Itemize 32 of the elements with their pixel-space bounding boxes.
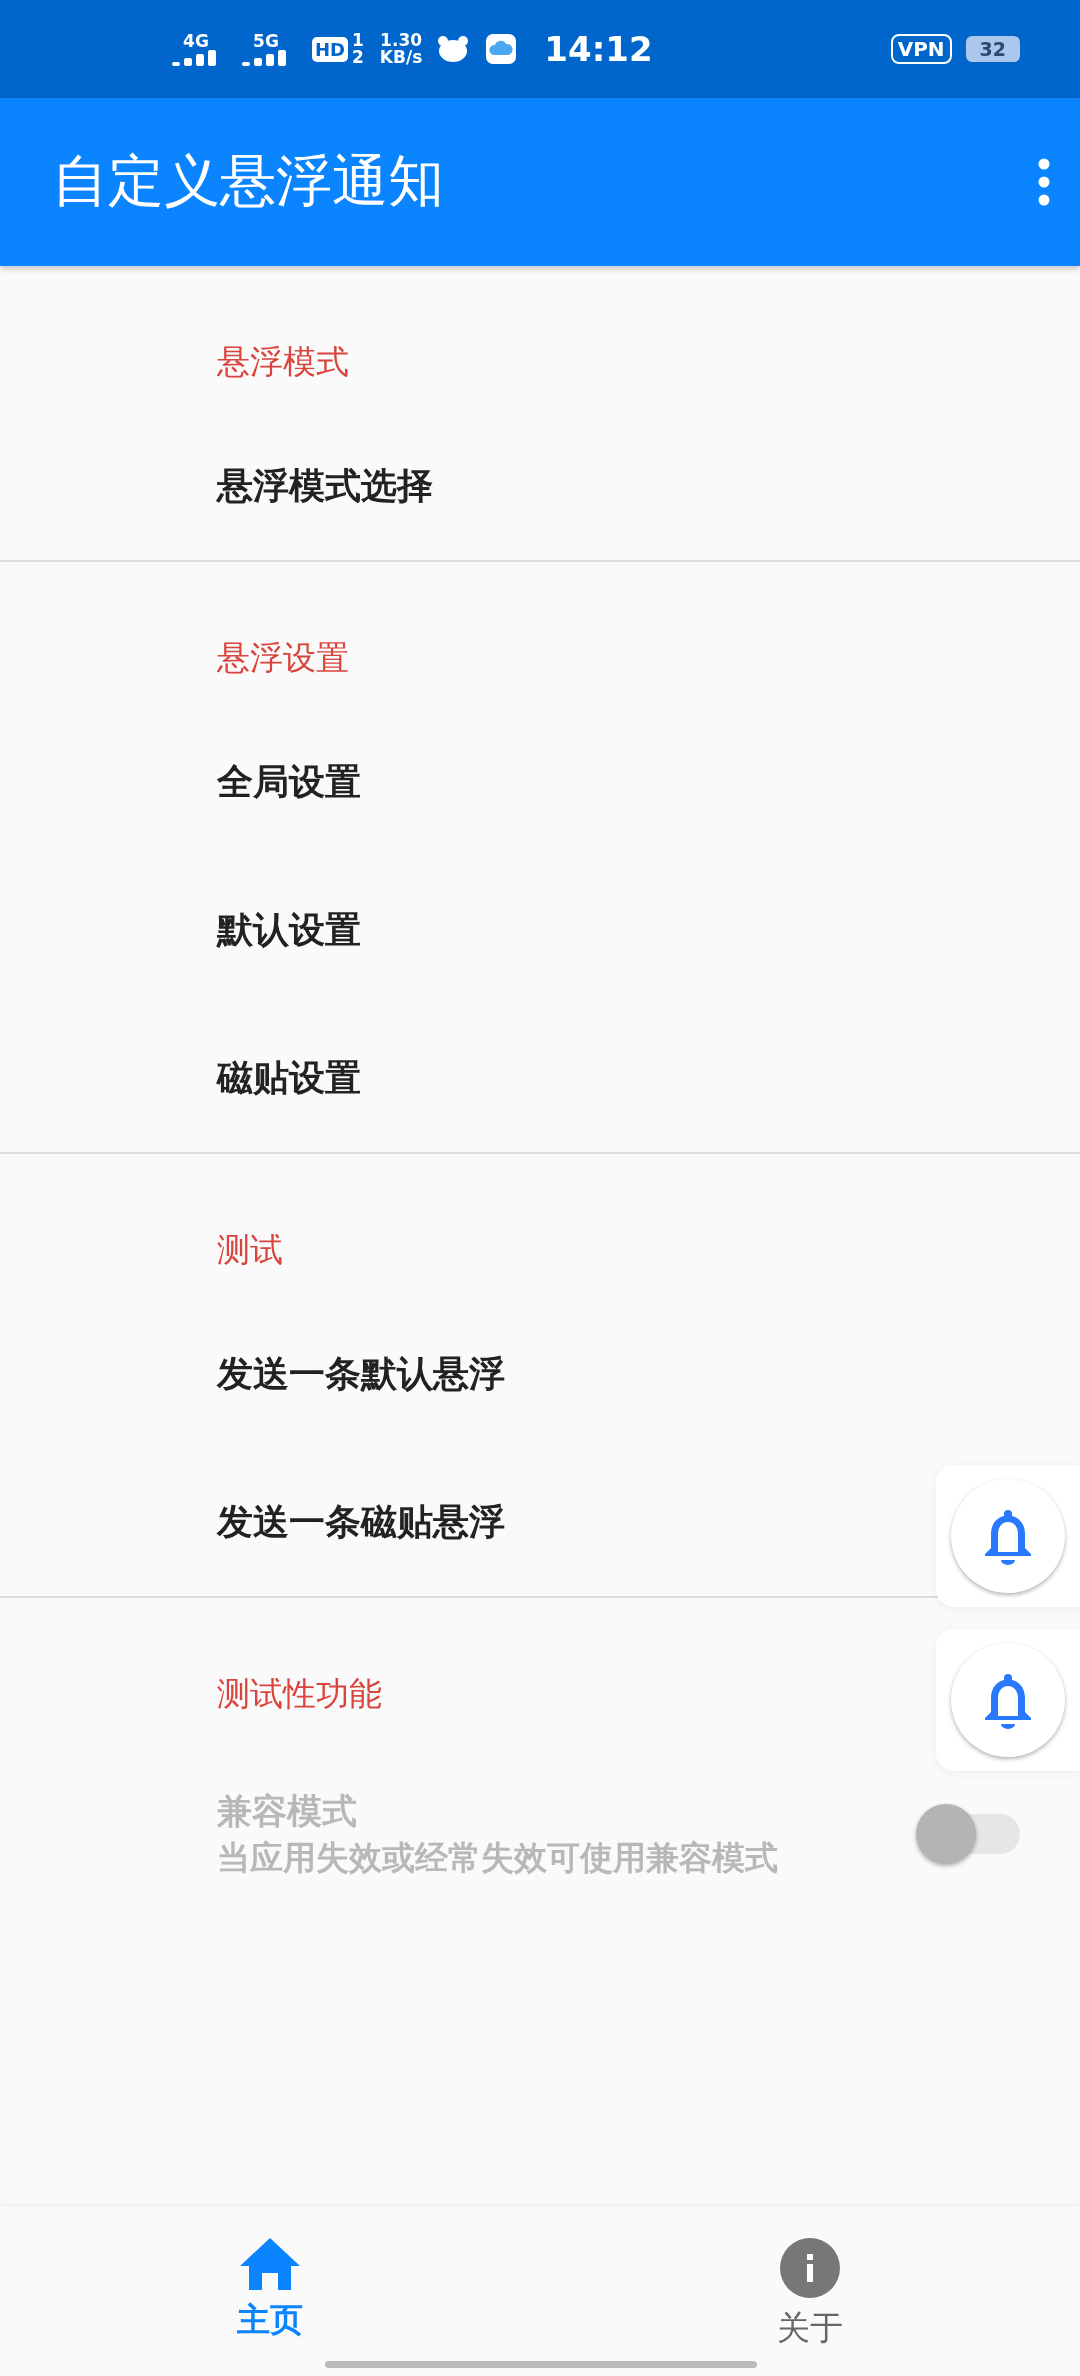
setting-description: 当应用失效或经常失效可使用兼容模式: [217, 1837, 779, 1879]
nav-tab[interactable]: 关于: [540, 2206, 1080, 2376]
section-header: 测试: [217, 1228, 283, 1271]
speed-unit: KB/s: [379, 49, 423, 66]
menu-item[interactable]: 全局设置: [217, 757, 361, 807]
menu-item[interactable]: 默认设置: [217, 905, 361, 955]
sim-number: 2: [352, 49, 364, 66]
network-speed: 1.30: [380, 32, 423, 49]
section-header: 悬浮模式: [217, 340, 349, 383]
battery-level: 32: [965, 36, 1020, 62]
info-icon: [780, 2238, 840, 2298]
menu-item[interactable]: 发送一条默认悬浮: [217, 1349, 505, 1399]
hd-badge: HD: [312, 36, 348, 62]
floating-notification[interactable]: [936, 1629, 1080, 1771]
menu-item[interactable]: 发送一条磁贴悬浮: [217, 1497, 505, 1547]
more-icon[interactable]: [1038, 158, 1050, 206]
cloud-icon: [486, 34, 517, 64]
home-icon: [240, 2238, 300, 2290]
floating-notification[interactable]: [936, 1465, 1080, 1607]
network-label: 5G: [253, 32, 279, 50]
clock: 14:12: [544, 29, 653, 69]
app-title: 自定义悬浮通知: [52, 147, 445, 215]
bear-icon: [438, 36, 469, 62]
menu-item[interactable]: 磁贴设置: [217, 1053, 361, 1103]
toggle-switch[interactable]: [916, 1804, 1020, 1864]
section-header: 悬浮设置: [217, 636, 349, 679]
menu-item[interactable]: 悬浮模式选择: [217, 461, 433, 511]
network-label: 4G: [183, 32, 209, 50]
setting-title: 兼容模式: [217, 1790, 358, 1833]
section-header: 测试性功能: [217, 1672, 382, 1715]
sim-number: 1: [352, 32, 364, 49]
vpn-badge: VPN: [890, 34, 952, 64]
